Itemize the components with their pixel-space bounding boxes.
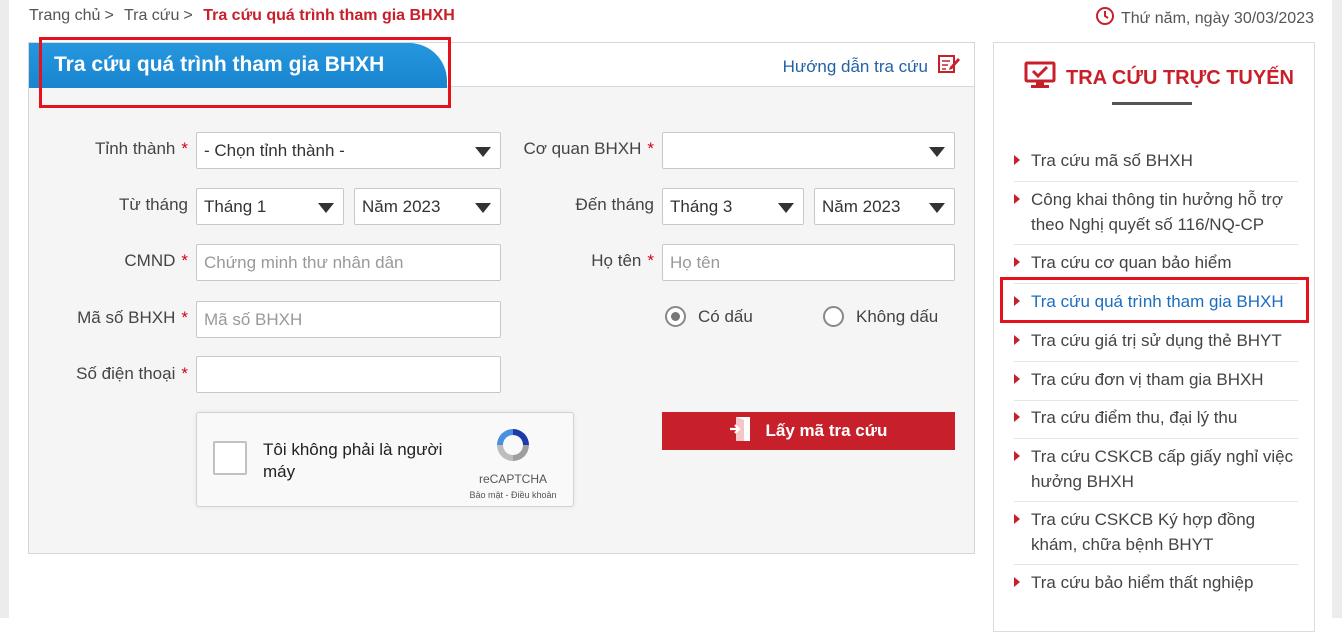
breadcrumb-separator: > [104, 7, 114, 24]
insurance-no-placeholder: Mã số BHXH [204, 310, 303, 329]
triangle-right-icon [1014, 412, 1020, 422]
lookup-form-panel: Tra cứu quá trình tham gia BHXH Hướng dẫ… [28, 42, 975, 554]
phone-label: Số điện thoại * [76, 364, 188, 383]
to-month-value: Tháng 3 [670, 197, 733, 216]
edit-note-icon [938, 54, 960, 79]
sidebar-item-don-vi-bhxh[interactable]: Tra cứu đơn vị tham gia BHXH [1014, 367, 1298, 392]
get-lookup-code-label: Lấy mã tra cứu [765, 421, 888, 440]
to-month-label: Đến tháng [575, 195, 654, 214]
recaptcha-logo-icon [493, 429, 533, 469]
radio-accent[interactable]: Có dấu [665, 306, 753, 327]
id-card-placeholder: Chứng minh thư nhân dân [204, 253, 404, 272]
sidebar-title-text: TRA CỨU TRỰC TUYẾN [1066, 66, 1294, 89]
insurance-no-label: Mã số BHXH * [77, 308, 188, 327]
panel-title-highlight [39, 37, 451, 108]
recaptcha-widget: Tôi không phải là người máy reCAPTCHA Bả… [196, 412, 574, 507]
breadcrumb-current: Tra cứu quá trình tham gia BHXH [203, 7, 455, 24]
door-exit-icon [729, 416, 754, 447]
radio-accent-indicator [665, 306, 686, 327]
name-placeholder: Họ tên [670, 253, 721, 272]
sidebar-item-ma-so-bhxh[interactable]: Tra cứu mã số BHXH [1014, 148, 1298, 173]
triangle-right-icon [1014, 257, 1020, 267]
from-month-label: Từ tháng [118, 195, 188, 214]
divider [1014, 400, 1298, 401]
divider [1014, 501, 1298, 502]
date-text: Thứ năm, ngày 30/03/2023 [1120, 9, 1314, 27]
divider [1014, 438, 1298, 439]
agency-select[interactable] [662, 132, 955, 169]
breadcrumb: Trang chủ > Tra cứu > Tra cứu quá trình th… [29, 7, 455, 25]
province-label: Tỉnh thành * [95, 139, 188, 158]
chevron-down-icon [318, 203, 334, 213]
monitor-check-icon [1024, 61, 1056, 95]
breadcrumb-home[interactable]: Trang chủ [29, 7, 100, 24]
triangle-right-icon [1014, 451, 1020, 461]
to-month-select[interactable]: Tháng 3 [662, 188, 804, 225]
recaptcha-name: reCAPTCHA [478, 472, 547, 486]
from-month-value: Tháng 1 [204, 197, 267, 216]
sidebar-item-diem-thu[interactable]: Tra cứu điểm thu, đại lý thu [1014, 405, 1298, 430]
sidebar-item-co-quan-bao-hiem[interactable]: Tra cứu cơ quan bảo hiểm [1014, 250, 1298, 275]
triangle-right-icon [1014, 577, 1020, 587]
recaptcha-brand: reCAPTCHA Bảo mật - Điều khoản [459, 425, 567, 500]
triangle-right-icon [1014, 155, 1020, 165]
province-select[interactable]: - Chọn tỉnh thành - [196, 132, 501, 169]
online-lookup-sidebar: TRA CỨU TRỰC TUYẾN Tra cứu mã số BHXH Cô… [993, 42, 1315, 632]
recaptcha-text: Tôi không phải là người máy [263, 440, 443, 481]
agency-label: Cơ quan BHXH * [523, 139, 654, 158]
divider [1014, 244, 1298, 245]
sidebar-title-underline [1112, 102, 1192, 105]
phone-input[interactable] [196, 356, 501, 393]
sidebar-item-cskcb-hop-dong[interactable]: Tra cứu CSKCB Ký hợp đồng khám, chữa bện… [1014, 507, 1298, 557]
radio-accent-label: Có dấu [698, 306, 753, 326]
help-link[interactable]: Hướng dẫn tra cứu [783, 54, 960, 79]
breadcrumb-separator: > [183, 7, 193, 24]
from-year-select[interactable]: Năm 2023 [354, 188, 501, 225]
sidebar-active-highlight [1000, 277, 1309, 323]
to-year-value: Năm 2023 [822, 197, 901, 216]
radio-no-accent-label: Không dấu [856, 306, 939, 326]
chevron-down-icon [778, 203, 794, 213]
clock-icon [1095, 6, 1115, 31]
sidebar-title: TRA CỨU TRỰC TUYẾN [1024, 61, 1294, 95]
radio-no-accent-indicator [823, 306, 844, 327]
divider [1014, 361, 1298, 362]
page-edge-right [1332, 0, 1342, 618]
chevron-down-icon [475, 147, 491, 157]
to-year-select[interactable]: Năm 2023 [814, 188, 955, 225]
sidebar-item-cskcb-nghi-viec[interactable]: Tra cứu CSKCB cấp giấy nghỉ việc hưởng B… [1014, 444, 1298, 494]
date-display: Thứ năm, ngày 30/03/2023 [1095, 6, 1314, 31]
from-year-value: Năm 2023 [362, 197, 441, 216]
triangle-right-icon [1014, 374, 1020, 384]
help-link-label: Hướng dẫn tra cứu [782, 56, 928, 76]
radio-no-accent[interactable]: Không dấu [823, 306, 938, 327]
recaptcha-links[interactable]: Bảo mật - Điều khoản [459, 490, 567, 500]
recaptcha-checkbox[interactable] [213, 441, 247, 475]
from-month-select[interactable]: Tháng 1 [196, 188, 344, 225]
sidebar-item-that-nghiep[interactable]: Tra cứu bảo hiểm thất nghiệp [1014, 570, 1298, 595]
name-input[interactable]: Họ tên [662, 244, 955, 281]
chevron-down-icon [929, 203, 945, 213]
triangle-right-icon [1014, 335, 1020, 345]
name-label: Họ tên * [591, 251, 654, 270]
sidebar-item-cong-khai-116[interactable]: Công khai thông tin hưởng hỗ trợ theo Ng… [1014, 187, 1298, 237]
insurance-no-input[interactable]: Mã số BHXH [196, 301, 501, 338]
get-lookup-code-button[interactable]: Lấy mã tra cứu [662, 412, 955, 450]
id-card-input[interactable]: Chứng minh thư nhân dân [196, 244, 501, 281]
breadcrumb-section[interactable]: Tra cứu [124, 7, 179, 24]
triangle-right-icon [1014, 194, 1020, 204]
chevron-down-icon [475, 203, 491, 213]
id-card-label: CMND * [124, 251, 188, 270]
divider [1014, 564, 1298, 565]
sidebar-item-the-bhyt[interactable]: Tra cứu giá trị sử dụng thẻ BHYT [1014, 328, 1298, 353]
divider [1014, 181, 1298, 182]
chevron-down-icon [929, 147, 945, 157]
province-select-value: - Chọn tỉnh thành - [204, 141, 345, 160]
page-edge-left [0, 0, 9, 618]
triangle-right-icon [1014, 514, 1020, 524]
